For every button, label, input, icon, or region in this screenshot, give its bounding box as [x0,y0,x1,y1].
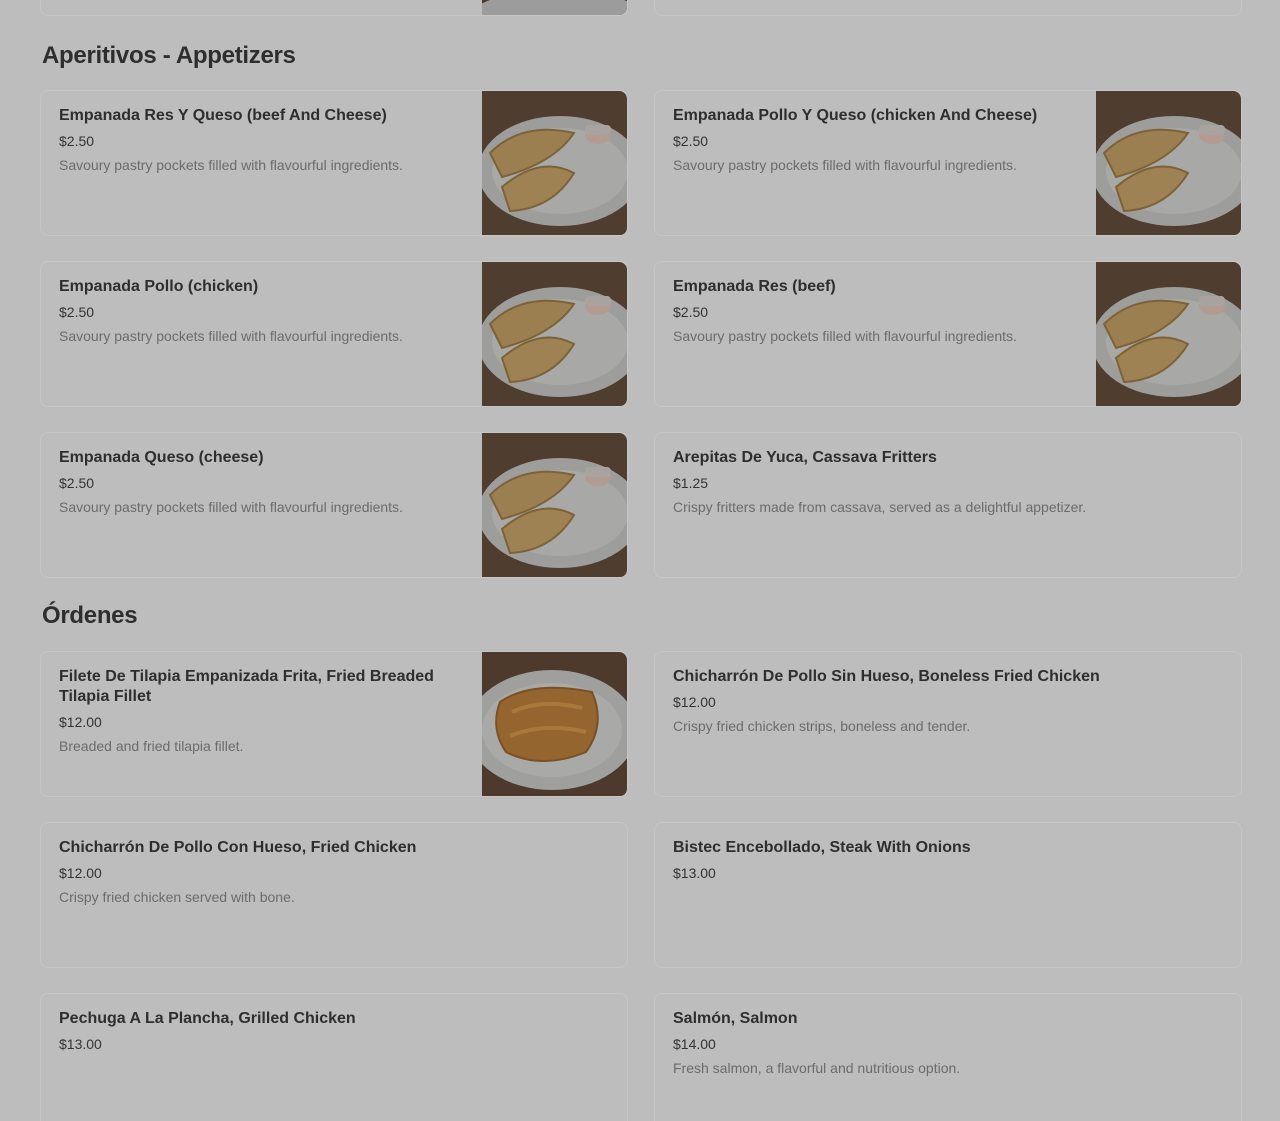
item-description: Crispy fritters made from cassava, serve… [673,499,1087,515]
item-title: Bistec Encebollado, Steak With Onions [673,839,971,856]
tilapia-image [482,652,627,796]
item-price: $2.50 [673,304,709,320]
item-title: Pechuga A La Plancha, Grilled Chicken [59,1010,356,1027]
menu-item-card[interactable]: Empanada Res (beef) $2.50 Savoury pastry… [654,261,1242,407]
menu-item-card[interactable]: Empanada Res Y Queso (beef And Cheese) $… [40,90,628,236]
menu-item-card[interactable]: Chicharrón De Pollo Con Hueso, Fried Chi… [40,822,628,968]
plate-image [482,0,627,15]
empanada-image [482,262,627,406]
item-price: $12.00 [59,714,102,730]
item-price: $2.50 [673,133,709,149]
item-title: Empanada Pollo (chicken) [59,278,259,295]
item-title: Chicharrón De Pollo Sin Hueso, Boneless … [673,668,1100,685]
empanada-image [1096,91,1241,235]
item-price: $14.00 [673,1036,716,1052]
item-title: Empanada Res (beef) [673,278,836,295]
menu-item-card[interactable]: Salmón, Salmon $14.00 Fresh salmon, a fl… [654,993,1242,1121]
item-price: $13.00 [673,865,716,881]
item-description: Savoury pastry pockets filled with flavo… [59,157,403,173]
food-image [482,0,627,15]
item-title: Empanada Pollo Y Queso (chicken And Chee… [673,107,1038,124]
menu-item-card[interactable]: Empanada Pollo (chicken) $2.50 Savoury p… [40,261,628,407]
menu-item-card[interactable]: Bistec Encebollado, Steak With Onions $1… [654,822,1242,968]
menu-item-card[interactable] [40,0,628,16]
menu-item-card[interactable]: Empanada Queso (cheese) $2.50 Savoury pa… [40,432,628,578]
item-title: Arepitas De Yuca, Cassava Fritters [673,449,937,466]
item-title: Filete De Tilapia Empanizada Frita, Frie… [59,668,434,705]
empanada-image [482,91,627,235]
item-price: $12.00 [673,694,716,710]
section-title: Aperitivos - Appetizers [42,42,296,69]
item-description: Savoury pastry pockets filled with flavo… [673,328,1017,344]
item-title: Salmón, Salmon [673,1010,798,1027]
item-description: Savoury pastry pockets filled with flavo… [673,157,1017,173]
menu-item-card[interactable] [654,0,1242,16]
item-price: $2.50 [59,133,95,149]
item-title: Chicharrón De Pollo Con Hueso, Fried Chi… [59,839,417,856]
menu-item-card[interactable]: Arepitas De Yuca, Cassava Fritters $1.25… [654,432,1242,578]
menu-item-card[interactable]: Pechuga A La Plancha, Grilled Chicken $1… [40,993,628,1121]
item-price: $13.00 [59,1036,102,1052]
menu-item-card[interactable]: Filete De Tilapia Empanizada Frita, Frie… [40,651,628,797]
menu-item-card[interactable]: Chicharrón De Pollo Sin Hueso, Boneless … [654,651,1242,797]
item-price: $12.00 [59,865,102,881]
empanada-image [1096,262,1241,406]
section-title: Órdenes [42,602,138,629]
item-description: Crispy fried chicken served with bone. [59,889,295,905]
menu-item-card[interactable]: Empanada Pollo Y Queso (chicken And Chee… [654,90,1242,236]
item-price: $2.50 [59,304,95,320]
item-description: Crispy fried chicken strips, boneless an… [673,718,971,734]
item-description: Breaded and fried tilapia fillet. [59,738,244,754]
item-description: Savoury pastry pockets filled with flavo… [59,328,403,344]
empanada-image [482,433,627,577]
item-price: $2.50 [59,475,95,491]
item-description: Savoury pastry pockets filled with flavo… [59,499,403,515]
item-title: Empanada Queso (cheese) [59,449,264,466]
item-title: Empanada Res Y Queso (beef And Cheese) [59,107,387,124]
item-price: $1.25 [673,475,709,491]
item-description: Fresh salmon, a flavorful and nutritious… [673,1060,961,1076]
